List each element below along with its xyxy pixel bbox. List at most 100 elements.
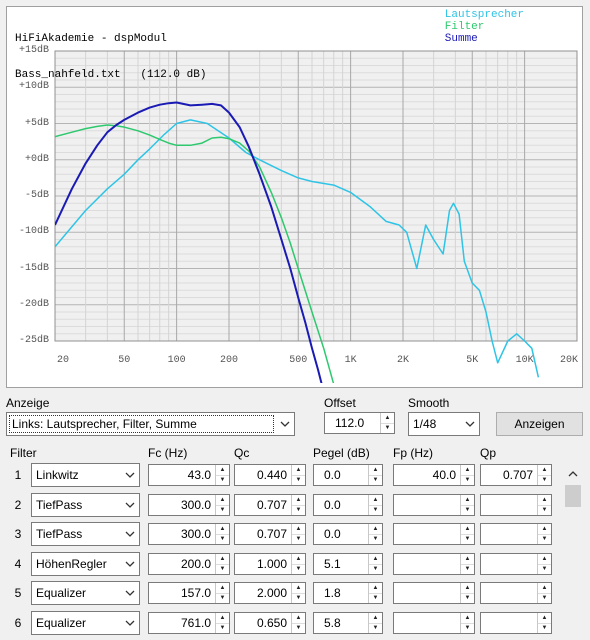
triangle-up-icon[interactable]: ▲ (369, 613, 382, 623)
triangle-down-icon[interactable]: ▼ (369, 504, 382, 516)
filter-type-select[interactable]: Equalizer (31, 611, 140, 635)
triangle-up-icon[interactable]: ▲ (216, 524, 229, 534)
triangle-up-icon[interactable]: ▲ (216, 465, 229, 475)
triangle-up-icon[interactable]: ▲ (292, 583, 305, 593)
pegel-spinner[interactable]: 0.0 ▲ ▼ (313, 464, 383, 486)
triangle-down-icon[interactable]: ▼ (461, 592, 474, 604)
smooth-select[interactable]: 1/48 (408, 412, 480, 436)
triangle-down-icon[interactable]: ▼ (292, 622, 305, 634)
triangle-down-icon[interactable]: ▼ (216, 563, 229, 575)
triangle-up-icon[interactable]: ▲ (292, 495, 305, 505)
fc-spinner[interactable]: 200.0 ▲ ▼ (148, 553, 230, 575)
fc-spinner[interactable]: 761.0 ▲ ▼ (148, 612, 230, 634)
fp-spinner[interactable]: 40.0 ▲ ▼ (393, 464, 475, 486)
qp-spinner[interactable]: ▲ ▼ (480, 612, 552, 634)
triangle-down-icon[interactable]: ▼ (461, 504, 474, 516)
triangle-down-icon[interactable]: ▼ (292, 533, 305, 545)
qp-spinner[interactable]: ▲ ▼ (480, 494, 552, 516)
fc-spinner[interactable]: 300.0 ▲ ▼ (148, 523, 230, 545)
triangle-down-icon[interactable]: ▼ (292, 592, 305, 604)
triangle-up-icon[interactable]: ▲ (369, 524, 382, 534)
qp-spinner[interactable]: ▲ ▼ (480, 523, 552, 545)
triangle-down-icon[interactable]: ▼ (216, 474, 229, 486)
triangle-up-icon[interactable]: ▲ (538, 524, 551, 534)
filter-type-select[interactable]: TiefPass (31, 493, 140, 517)
fc-spinner[interactable]: 300.0 ▲ ▼ (148, 494, 230, 516)
triangle-down-icon[interactable]: ▼ (369, 622, 382, 634)
fc-spinner[interactable]: 43.0 ▲ ▼ (148, 464, 230, 486)
pegel-spinner[interactable]: 0.0 ▲ ▼ (313, 523, 383, 545)
offset-spinner[interactable]: 112.0 ▲ ▼ (324, 412, 395, 434)
triangle-up-icon[interactable]: ▲ (461, 554, 474, 564)
triangle-down-icon[interactable]: ▼ (461, 474, 474, 486)
fp-spinner[interactable]: ▲ ▼ (393, 582, 475, 604)
qc-spinner[interactable]: 1.000 ▲ ▼ (234, 553, 306, 575)
triangle-down-icon[interactable]: ▼ (538, 504, 551, 516)
triangle-down-icon[interactable]: ▼ (292, 563, 305, 575)
triangle-up-icon[interactable]: ▲ (292, 465, 305, 475)
triangle-down-icon[interactable]: ▼ (538, 533, 551, 545)
anzeige-select[interactable]: Links: Lautsprecher, Filter, Summe (6, 412, 295, 436)
qc-spinner[interactable]: 0.650 ▲ ▼ (234, 612, 306, 634)
triangle-up-icon[interactable]: ▲ (369, 465, 382, 475)
anzeigen-button[interactable]: Anzeigen (496, 412, 583, 436)
fc-spinner[interactable]: 157.0 ▲ ▼ (148, 582, 230, 604)
triangle-up-icon[interactable]: ▲ (538, 465, 551, 475)
triangle-down-icon[interactable]: ▼ (461, 533, 474, 545)
triangle-down-icon[interactable]: ▼ (369, 533, 382, 545)
triangle-down-icon[interactable]: ▼ (216, 622, 229, 634)
pegel-spinner[interactable]: 1.8 ▲ ▼ (313, 582, 383, 604)
qc-spinner[interactable]: 2.000 ▲ ▼ (234, 582, 306, 604)
qp-spinner[interactable]: ▲ ▼ (480, 553, 552, 575)
qc-spinner[interactable]: 0.707 ▲ ▼ (234, 523, 306, 545)
triangle-up-icon[interactable]: ▲ (381, 413, 394, 423)
triangle-up-icon[interactable]: ▲ (461, 583, 474, 593)
triangle-down-icon[interactable]: ▼ (369, 592, 382, 604)
triangle-up-icon[interactable]: ▲ (216, 613, 229, 623)
filter-type-select[interactable]: HöhenRegler (31, 552, 140, 576)
triangle-down-icon[interactable]: ▼ (216, 504, 229, 516)
triangle-down-icon[interactable]: ▼ (216, 592, 229, 604)
qp-spinner[interactable]: ▲ ▼ (480, 582, 552, 604)
pegel-spinner[interactable]: 5.1 ▲ ▼ (313, 553, 383, 575)
chevron-up-icon[interactable] (562, 467, 584, 481)
triangle-up-icon[interactable]: ▲ (369, 583, 382, 593)
filter-type-select[interactable]: Equalizer (31, 581, 140, 605)
triangle-up-icon[interactable]: ▲ (538, 554, 551, 564)
filter-scrollbar[interactable] (562, 463, 584, 640)
triangle-down-icon[interactable]: ▼ (538, 563, 551, 575)
triangle-up-icon[interactable]: ▲ (369, 554, 382, 564)
triangle-up-icon[interactable]: ▲ (216, 495, 229, 505)
filter-type-select[interactable]: TiefPass (31, 522, 140, 546)
scrollbar-thumb[interactable] (565, 485, 581, 507)
triangle-up-icon[interactable]: ▲ (292, 613, 305, 623)
triangle-down-icon[interactable]: ▼ (538, 622, 551, 634)
triangle-up-icon[interactable]: ▲ (216, 554, 229, 564)
triangle-down-icon[interactable]: ▼ (461, 622, 474, 634)
triangle-down-icon[interactable]: ▼ (369, 474, 382, 486)
triangle-up-icon[interactable]: ▲ (538, 613, 551, 623)
triangle-up-icon[interactable]: ▲ (538, 495, 551, 505)
triangle-down-icon[interactable]: ▼ (538, 474, 551, 486)
triangle-up-icon[interactable]: ▲ (216, 583, 229, 593)
qp-spinner[interactable]: 0.707 ▲ ▼ (480, 464, 552, 486)
filter-type-select[interactable]: Linkwitz (31, 463, 140, 487)
qc-spinner[interactable]: 0.707 ▲ ▼ (234, 494, 306, 516)
triangle-down-icon[interactable]: ▼ (216, 533, 229, 545)
triangle-up-icon[interactable]: ▲ (461, 495, 474, 505)
triangle-up-icon[interactable]: ▲ (292, 554, 305, 564)
triangle-up-icon[interactable]: ▲ (461, 465, 474, 475)
triangle-down-icon[interactable]: ▼ (292, 504, 305, 516)
fp-spinner[interactable]: ▲ ▼ (393, 612, 475, 634)
triangle-up-icon[interactable]: ▲ (538, 583, 551, 593)
fp-spinner[interactable]: ▲ ▼ (393, 523, 475, 545)
triangle-down-icon[interactable]: ▼ (292, 474, 305, 486)
triangle-up-icon[interactable]: ▲ (292, 524, 305, 534)
fp-spinner[interactable]: ▲ ▼ (393, 553, 475, 575)
triangle-down-icon[interactable]: ▼ (538, 592, 551, 604)
pegel-spinner[interactable]: 0.0 ▲ ▼ (313, 494, 383, 516)
triangle-up-icon[interactable]: ▲ (369, 495, 382, 505)
triangle-up-icon[interactable]: ▲ (461, 613, 474, 623)
fp-spinner[interactable]: ▲ ▼ (393, 494, 475, 516)
triangle-down-icon[interactable]: ▼ (461, 563, 474, 575)
